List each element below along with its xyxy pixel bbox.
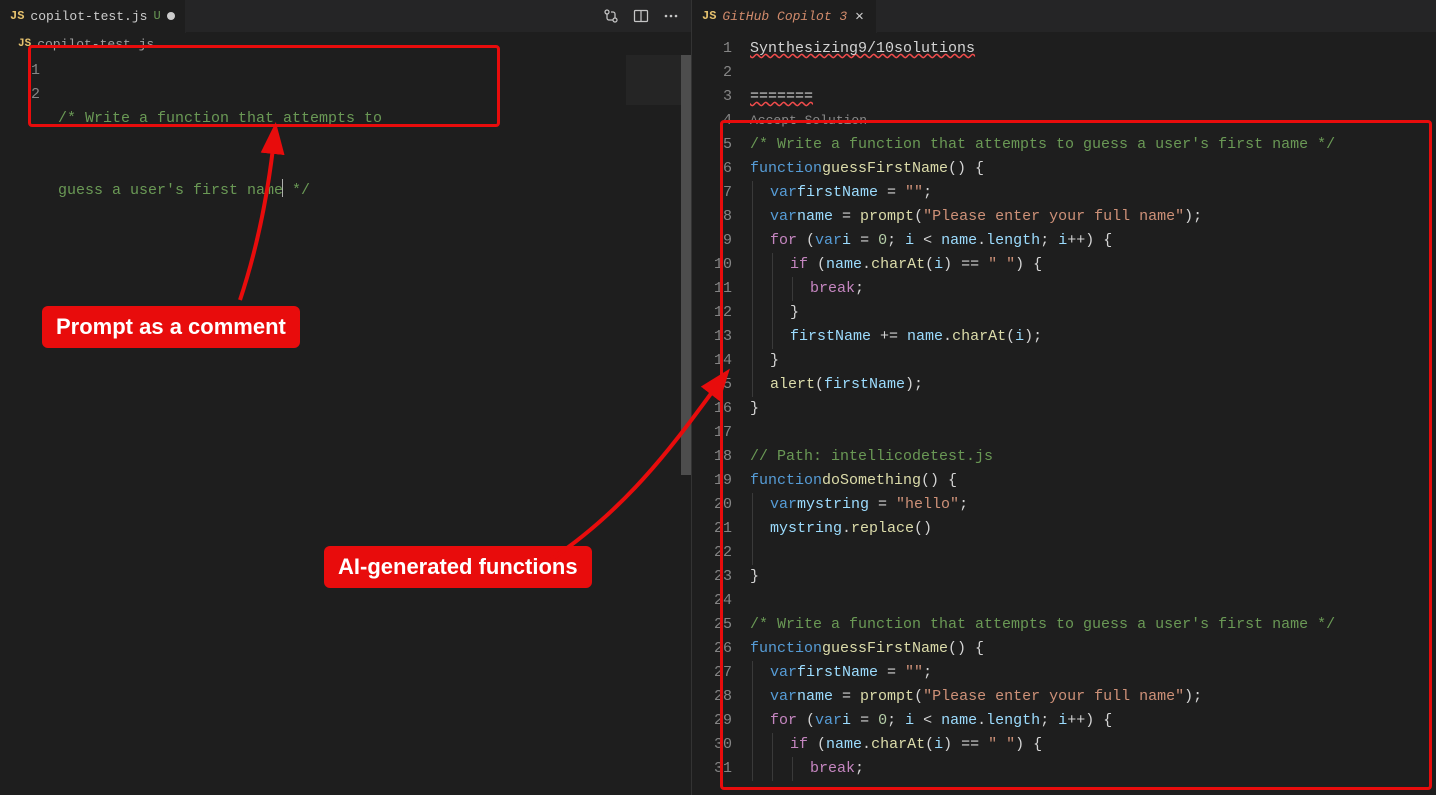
line-number: 6 (692, 157, 732, 181)
code-line: var name = prompt("Please enter your ful… (750, 685, 1436, 709)
vertical-scrollbar[interactable] (681, 55, 691, 795)
annotation-label-prompt: Prompt as a comment (42, 306, 300, 348)
code-line: ======= (750, 85, 1436, 109)
right-gutter: 1234567891011121314151617181920212223242… (692, 33, 750, 795)
code-line (750, 589, 1436, 613)
js-file-icon: JS (702, 9, 716, 23)
line-number: 15 (692, 373, 732, 397)
js-file-icon: JS (18, 38, 31, 50)
code-line: if (name.charAt(i) == " ") { (750, 253, 1436, 277)
line-number: 19 (692, 469, 732, 493)
tab-actions (603, 8, 691, 24)
breadcrumb[interactable]: JS copilot-test.js (0, 33, 691, 55)
line-number: 18 (692, 445, 732, 469)
code-line: firstName += name.charAt(i); (750, 325, 1436, 349)
code-line: function guessFirstName() { (750, 157, 1436, 181)
line-number: 7 (692, 181, 732, 205)
code-line: } (750, 349, 1436, 373)
line-number: 14 (692, 349, 732, 373)
code-line: } (750, 565, 1436, 589)
code-line: var firstName = ""; (750, 181, 1436, 205)
code-line: } (750, 301, 1436, 325)
line-number: 26 (692, 637, 732, 661)
line-number: 9 (692, 229, 732, 253)
left-tabbar: JS copilot-test.js U (0, 0, 691, 33)
line-number: 2 (692, 61, 732, 85)
line-number: 17 (692, 421, 732, 445)
code-line: var name = prompt("Please enter your ful… (750, 205, 1436, 229)
line-number: 25 (692, 613, 732, 637)
more-actions-icon[interactable] (663, 8, 679, 24)
code-line: alert(firstName); (750, 373, 1436, 397)
compare-changes-icon[interactable] (603, 8, 619, 24)
code-text: */ (283, 179, 310, 203)
line-number: 23 (692, 565, 732, 589)
code-line: break; (750, 757, 1436, 781)
unsaved-indicator-icon (167, 12, 175, 20)
right-editor-pane: JS GitHub Copilot 3 ✕ 123456789101112131… (692, 0, 1436, 795)
code-text: guess a user's first name (58, 179, 283, 203)
code-text: /* Write a function that attempts to (58, 107, 382, 131)
tab-copilot-test[interactable]: JS copilot-test.js U (0, 0, 186, 33)
code-line: break; (750, 277, 1436, 301)
code-line: mystring.replace() (750, 517, 1436, 541)
right-tabbar: JS GitHub Copilot 3 ✕ (692, 0, 1436, 33)
line-number: 4 (692, 109, 732, 133)
line-number: 24 (692, 589, 732, 613)
line-number: 2 (0, 83, 40, 107)
code-line: var mystring = "hello"; (750, 493, 1436, 517)
right-code[interactable]: Synthesizing 9/10 solutions =======Accept… (750, 33, 1436, 795)
line-number: 12 (692, 301, 732, 325)
line-number: 8 (692, 205, 732, 229)
line-number: 21 (692, 517, 732, 541)
line-number: 11 (692, 277, 732, 301)
js-file-icon: JS (10, 9, 24, 23)
code-line: for (var i = 0; i < name.length; i++) { (750, 229, 1436, 253)
code-line: var firstName = ""; (750, 661, 1436, 685)
left-editor[interactable]: 1 2 /* Write a function that attempts to… (0, 55, 691, 795)
breadcrumb-file: copilot-test.js (37, 37, 154, 52)
line-number: 3 (692, 85, 732, 109)
code-line: Synthesizing 9/10 solutions (750, 37, 1436, 61)
line-number: 1 (692, 37, 732, 61)
tab-title: copilot-test.js (30, 9, 147, 24)
code-line: if (name.charAt(i) == " ") { (750, 733, 1436, 757)
close-icon[interactable]: ✕ (853, 8, 865, 25)
line-number: 22 (692, 541, 732, 565)
minimap[interactable] (626, 55, 681, 795)
code-line (750, 421, 1436, 445)
line-number: 13 (692, 325, 732, 349)
line-number: 16 (692, 397, 732, 421)
code-line: function guessFirstName() { (750, 637, 1436, 661)
line-number: 29 (692, 709, 732, 733)
code-line: function doSomething() { (750, 469, 1436, 493)
accept-solution-link[interactable]: Accept Solution (750, 109, 867, 133)
right-editor[interactable]: 1234567891011121314151617181920212223242… (692, 33, 1436, 795)
line-number: 28 (692, 685, 732, 709)
left-editor-pane: JS copilot-test.js U JS copilot-test.js (0, 0, 692, 795)
code-line: for (var i = 0; i < name.length; i++) { (750, 709, 1436, 733)
code-line: } (750, 397, 1436, 421)
code-line (750, 61, 1436, 85)
code-line: // Path: intellicodetest.js (750, 445, 1436, 469)
line-number: 10 (692, 253, 732, 277)
annotation-label-functions: AI-generated functions (324, 546, 592, 588)
code-line: /* Write a function that attempts to gue… (750, 613, 1436, 637)
left-gutter: 1 2 (0, 55, 58, 795)
tab-github-copilot[interactable]: JS GitHub Copilot 3 ✕ (692, 0, 877, 33)
left-code[interactable]: /* Write a function that attempts to gue… (58, 55, 691, 795)
line-number: 1 (0, 59, 40, 83)
tab-title: GitHub Copilot 3 (722, 9, 847, 24)
line-number: 30 (692, 733, 732, 757)
line-number: 20 (692, 493, 732, 517)
code-line: /* Write a function that attempts to gue… (750, 133, 1436, 157)
code-line (750, 541, 1436, 565)
git-untracked-badge: U (153, 9, 160, 23)
line-number: 5 (692, 133, 732, 157)
split-editor-icon[interactable] (633, 8, 649, 24)
line-number: 27 (692, 661, 732, 685)
line-number: 31 (692, 757, 732, 781)
editor-split: JS copilot-test.js U JS copilot-test.js (0, 0, 1436, 795)
